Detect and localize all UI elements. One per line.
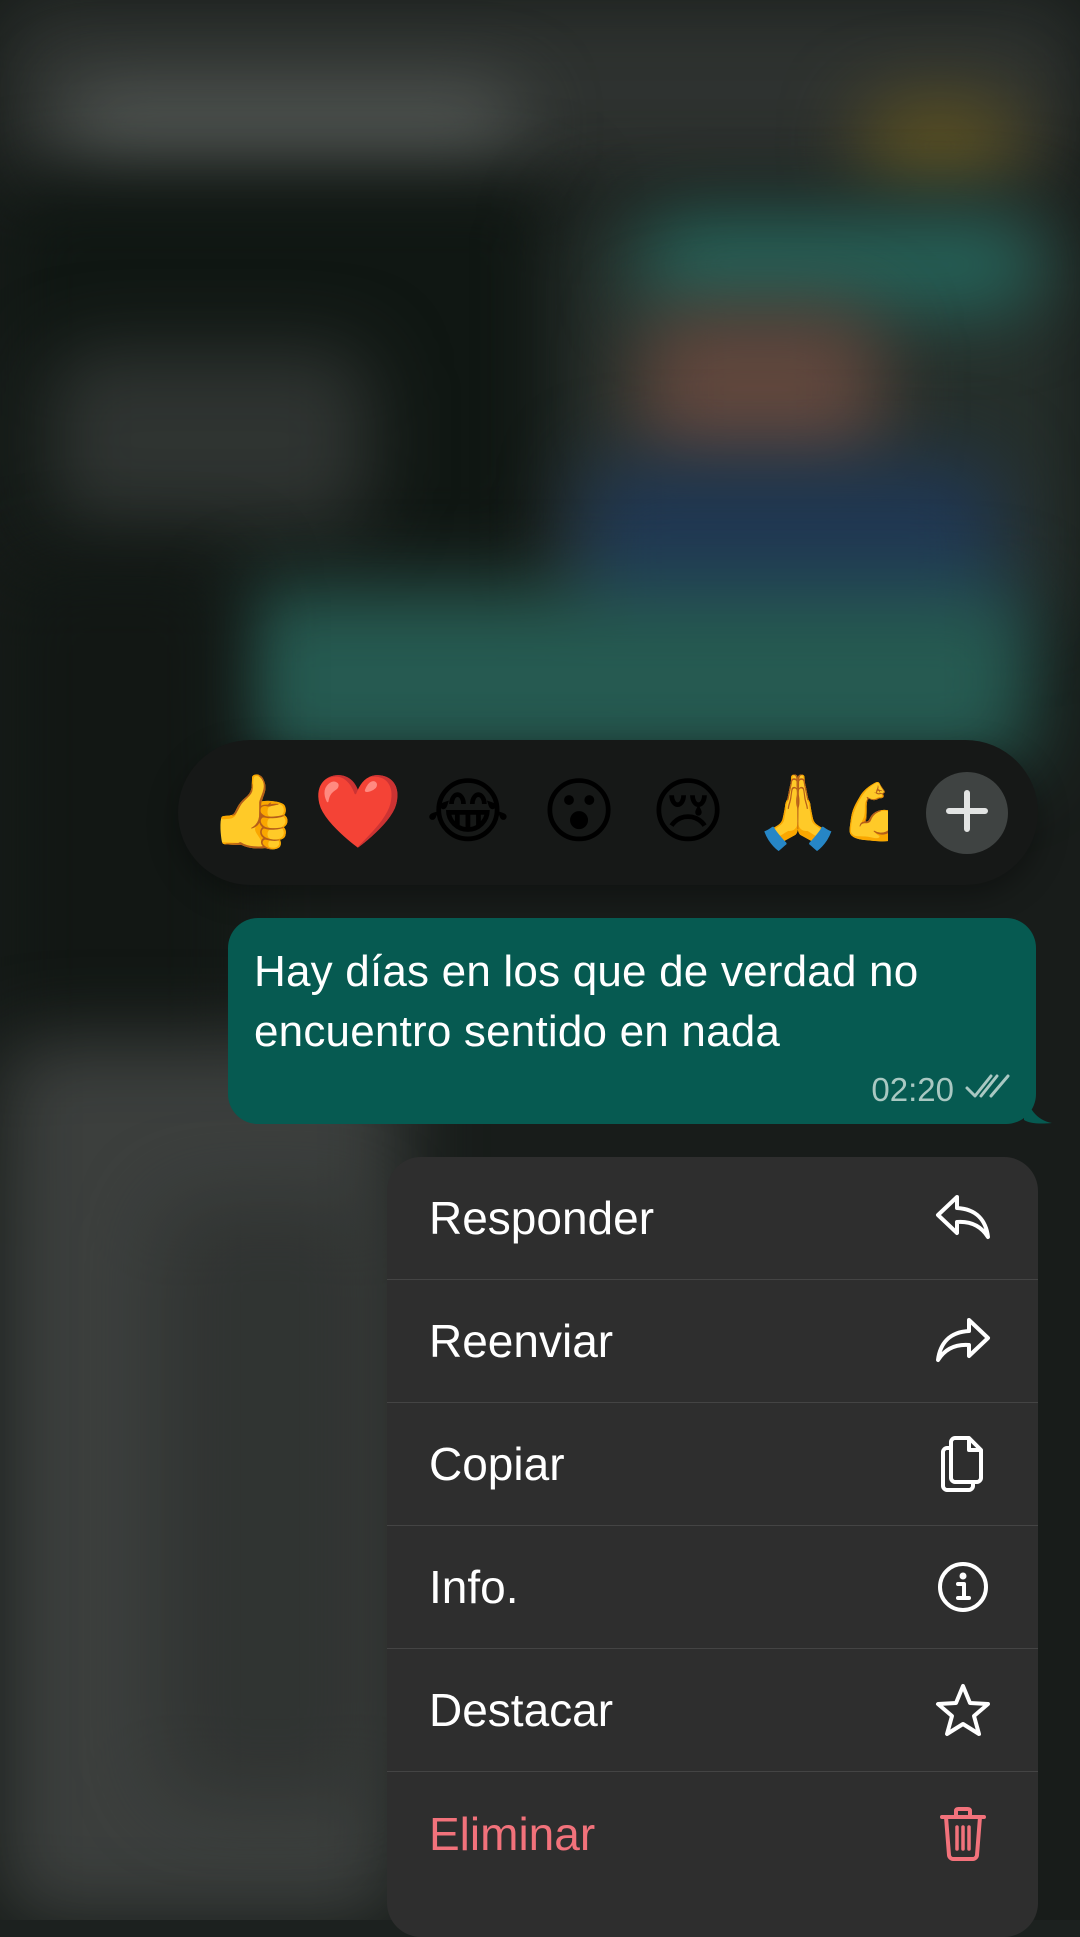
thumbs-up-emoji[interactable]: 👍 [205, 764, 301, 860]
info-icon [934, 1558, 992, 1616]
menu-item-label: Destacar [429, 1684, 614, 1736]
menu-item-label: Reenviar [429, 1315, 614, 1367]
double-check-icon [964, 1070, 1012, 1110]
menu-item-reply[interactable]: Responder [387, 1157, 1038, 1280]
menu-item-delete[interactable]: Eliminar [387, 1772, 1038, 1895]
forward-icon [934, 1312, 992, 1370]
menu-item-label: Responder [429, 1192, 655, 1244]
menu-item-label: Eliminar [429, 1807, 596, 1860]
menu-item-copy[interactable]: Copiar [387, 1403, 1038, 1526]
folded-hands-emoji[interactable]: 🙏 [750, 764, 846, 860]
message-text: Hay días en los que de verdad no encuent… [254, 947, 919, 1056]
red-heart-emoji[interactable]: ❤️ [310, 764, 406, 860]
menu-item-star[interactable]: Destacar [387, 1649, 1038, 1772]
menu-item-label: Info. [429, 1561, 519, 1613]
reaction-bar: 👍 ❤️ 😂 😮 😢 🙏 💪 [178, 740, 1038, 885]
reply-icon [934, 1189, 992, 1247]
trash-icon [934, 1805, 992, 1863]
message-time: 02:20 [871, 1071, 954, 1108]
message-bubble[interactable]: Hay días en los que de verdad no encuent… [228, 918, 1036, 1124]
flexed-biceps-emoji[interactable]: 💪 [840, 764, 888, 860]
menu-item-info[interactable]: Info. [387, 1526, 1038, 1649]
menu-item-label: Copiar [429, 1438, 565, 1490]
tears-of-joy-emoji[interactable]: 😂 [420, 764, 516, 860]
crying-emoji[interactable]: 😢 [640, 764, 736, 860]
message-context-menu: Responder Reenviar Copiar Info. Destacar… [387, 1157, 1038, 1937]
menu-item-forward[interactable]: Reenviar [387, 1280, 1038, 1403]
bubble-tail [1024, 1090, 1052, 1124]
more-reactions-button[interactable] [926, 772, 1008, 854]
message-meta: 02:20 [871, 1070, 1012, 1110]
copy-icon [934, 1435, 992, 1493]
star-icon [934, 1681, 992, 1739]
plus-icon [944, 788, 990, 839]
surprised-emoji[interactable]: 😮 [531, 764, 627, 860]
